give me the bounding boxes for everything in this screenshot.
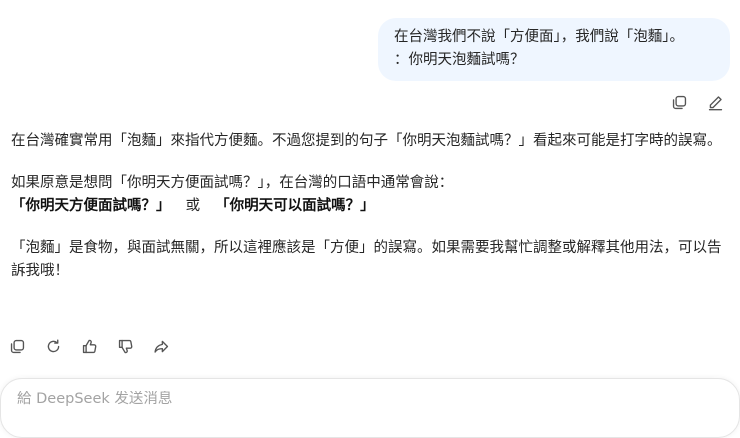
answer-paragraph: 如果原意是想問「你明天方便面試嗎？」，在台灣的口語中通常會說： [11,175,454,191]
answer-options: 「你明天方便面試嗎？」 或 「你明天可以面試嗎？」 [11,195,733,218]
thumbs-up-icon [82,339,96,353]
user-message-line: 在台灣我們不說「方便面」，我們說「泡麵」。 [394,29,684,45]
copy-icon [10,339,24,353]
edit-icon [708,95,722,110]
share-icon [153,340,168,353]
answer-paragraph: 在台灣確實常用「泡麵」來指代方便麵。不過您提到的句子「你明天泡麵試嗎？」看起來可… [11,133,722,149]
thumbs-up-button[interactable] [78,335,100,357]
regenerate-button[interactable] [42,335,64,357]
option-text: 「你明天可以面試嗎？」 [215,198,375,214]
edit-button[interactable] [704,91,726,113]
message-input[interactable] [17,391,717,407]
share-button[interactable] [150,335,172,357]
option-separator: 或 [185,198,201,214]
copy-button[interactable] [668,91,690,113]
copy-icon [672,95,686,109]
assistant-message: 在台灣確實常用「泡麵」來指代方便麵。不過您提到的句子「你明天泡麵試嗎？」看起來可… [11,130,733,283]
user-message-line: ：你明天泡麵試嗎？ [394,52,525,68]
copy-button[interactable] [6,335,28,357]
thumbs-down-icon [118,339,132,353]
option-text: 「你明天方便面試嗎？」 [11,198,171,214]
regenerate-icon [47,338,59,352]
message-composer [0,378,740,438]
user-message-bubble: 在台灣我們不說「方便面」，我們說「泡麵」。 ：你明天泡麵試嗎？ [378,18,730,81]
thumbs-down-button[interactable] [114,335,136,357]
answer-paragraph: 「泡麵」是食物，與面試無關，所以這裡應該是「方便」的誤寫。如果需要我幫忙調整或解… [11,240,722,279]
assistant-actions [6,335,172,357]
user-message-actions [668,91,726,113]
